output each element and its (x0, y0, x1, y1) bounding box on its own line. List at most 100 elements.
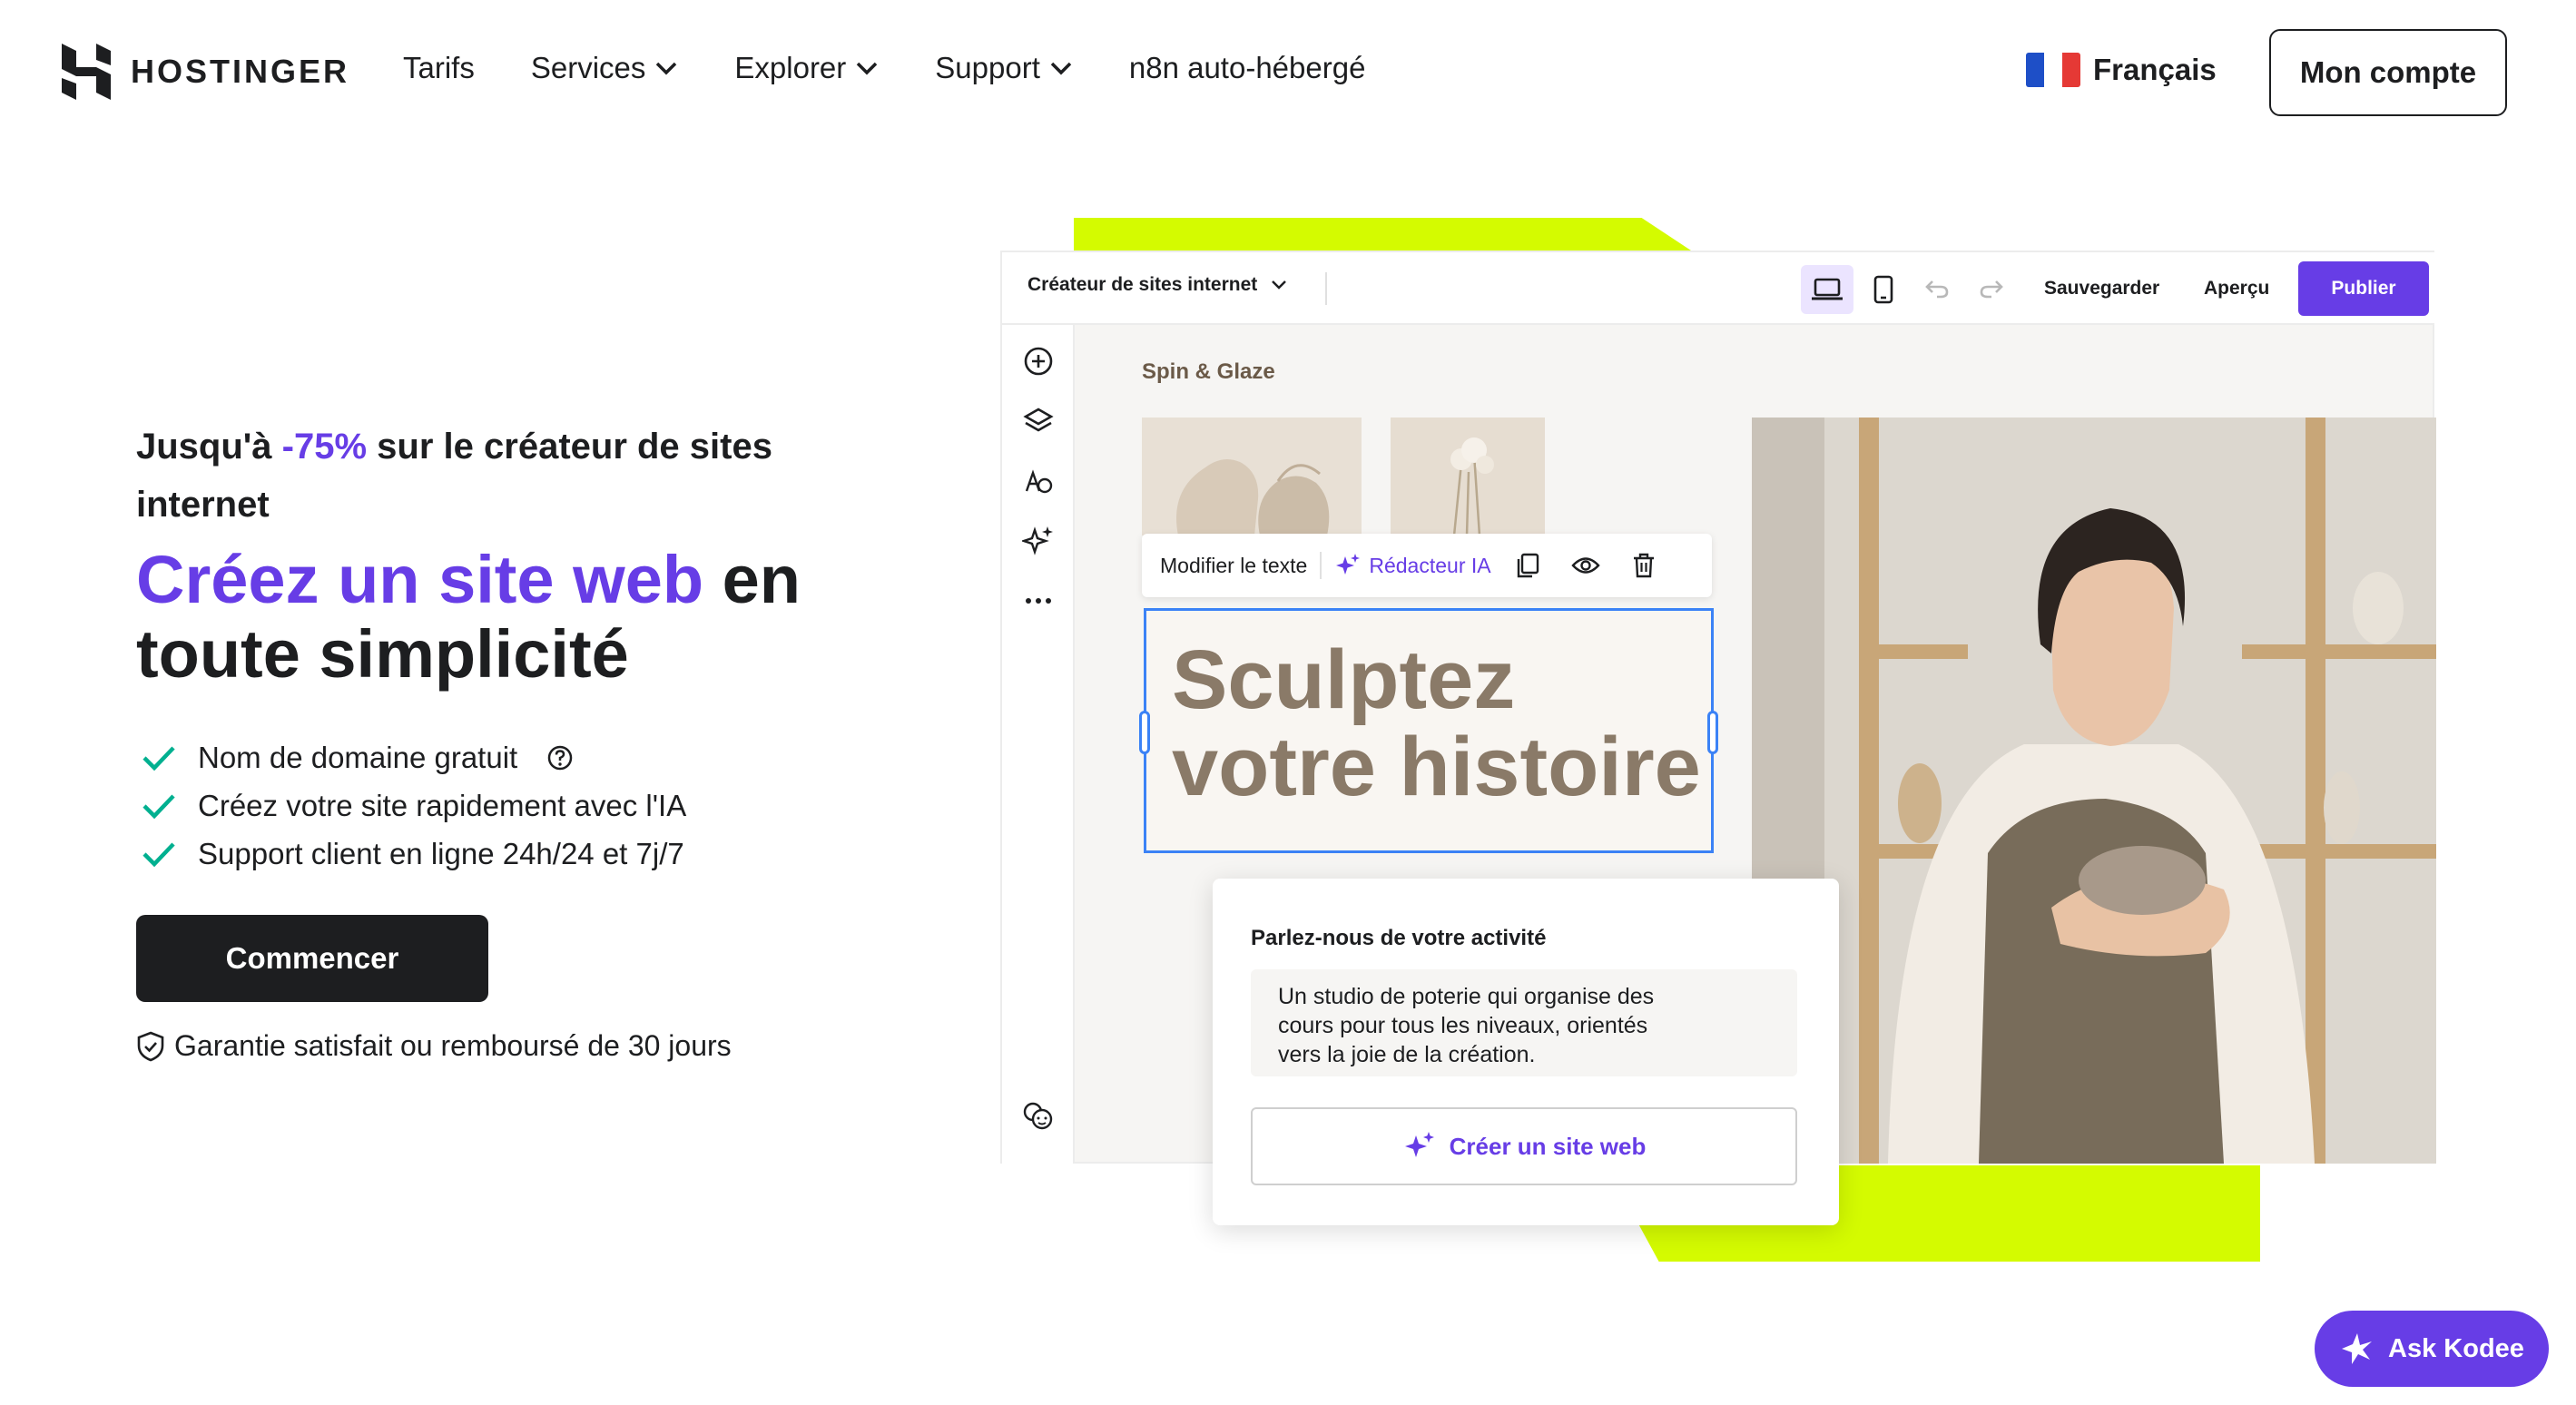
delete-button[interactable] (1629, 551, 1658, 580)
undo-icon (1925, 280, 1949, 299)
ai-tools-button[interactable] (1020, 523, 1057, 559)
help-icon[interactable] (546, 744, 574, 771)
text-edit-toolbar: Modifier le texte Rédacteur IA (1142, 534, 1712, 597)
logo[interactable]: HOSTINGER (62, 44, 349, 100)
palette-icon (1025, 469, 1053, 494)
nav-explorer[interactable]: Explorer (734, 51, 879, 85)
nav-n8n[interactable]: n8n auto-hébergé (1129, 51, 1366, 85)
nav-services[interactable]: Services (531, 51, 679, 85)
nav-tarifs[interactable]: Tarifs (403, 51, 475, 85)
builder-toolbar: Créateur de sites internet Sauvegarder A… (1002, 252, 2434, 325)
feature-label: Nom de domaine gratuit (198, 740, 518, 774)
page-title: Créez un site web en toute simplicité (136, 543, 917, 692)
desktop-view-button[interactable] (1801, 265, 1853, 314)
create-website-button[interactable]: Créer un site web (1251, 1107, 1797, 1185)
more-horizontal-icon (1026, 598, 1051, 604)
nav-label: Support (935, 51, 1040, 84)
layers-icon (1023, 408, 1054, 432)
laptop-icon (1812, 278, 1843, 300)
nav-support[interactable]: Support (935, 51, 1073, 85)
start-button[interactable]: Commencer (136, 915, 488, 1002)
decor-stripe-top (1074, 218, 1691, 251)
edit-text-button[interactable]: Modifier le texte (1160, 554, 1307, 578)
undo-button[interactable] (1919, 270, 1955, 307)
feature-label: Créez votre site rapidement avec l'IA (198, 788, 687, 822)
trash-icon (1633, 553, 1654, 578)
redo-button[interactable] (1973, 270, 2010, 307)
site-selector-label: Créateur de sites internet (1027, 274, 1258, 295)
kodee-star-icon (2342, 1333, 2373, 1364)
ai-writer-button[interactable]: Rédacteur IA (1334, 552, 1491, 579)
site-heading: Sculptez votre histoire (1172, 636, 1701, 811)
potter-illustration (1752, 418, 2436, 1164)
guarantee: Garantie satisfait ou remboursé de 30 jo… (136, 1029, 732, 1063)
feature-list: Nom de domaine gratuit Créez votre site … (142, 733, 686, 878)
mobile-icon (1873, 275, 1893, 304)
duplicate-button[interactable] (1513, 551, 1542, 580)
chevron-down-icon (656, 62, 677, 75)
chevron-down-icon (1272, 280, 1287, 290)
resize-handle-right[interactable] (1707, 711, 1718, 754)
main-nav: Tarifs Services Explorer Support n8n aut… (403, 51, 1421, 85)
promo-text: Jusqu'à -75% sur le créateur de sites in… (136, 418, 862, 534)
sparkles-icon (1404, 1132, 1434, 1157)
logo-text: HOSTINGER (131, 53, 350, 90)
language-label: Français (2093, 53, 2217, 86)
chevron-down-icon (857, 62, 878, 75)
list-item: Créez votre site rapidement avec l'IA (142, 781, 686, 830)
nav-label: Services (530, 51, 646, 84)
nav-label: Explorer (734, 51, 847, 84)
add-element-button[interactable] (1020, 343, 1057, 379)
visibility-button[interactable] (1570, 551, 1600, 580)
chevron-down-icon (1050, 62, 1072, 75)
redo-icon (1980, 280, 2003, 299)
feature-label: Support client en ligne 24h/24 et 7j/7 (198, 836, 684, 870)
styles-button[interactable] (1020, 463, 1057, 499)
ask-kodee-button[interactable]: Ask Kodee (2315, 1311, 2549, 1387)
ask-kodee-label: Ask Kodee (2388, 1333, 2524, 1363)
divider (1325, 272, 1327, 305)
guarantee-text: Garantie satisfait ou remboursé de 30 jo… (174, 1029, 732, 1062)
builder-sidebar (1002, 325, 1075, 1164)
list-item: Nom de domaine gratuit (142, 733, 686, 781)
language-selector[interactable]: Français (2026, 53, 2217, 87)
heading-line: votre histoire (1172, 721, 1701, 813)
account-button[interactable]: Mon compte (2269, 29, 2507, 116)
publish-button[interactable]: Publier (2298, 261, 2429, 316)
preview-button[interactable]: Aperçu (2204, 278, 2269, 300)
nav-label: n8n auto-hébergé (1128, 51, 1366, 84)
chat-bubbles-icon (1023, 1102, 1053, 1130)
promo-percent: -75% (281, 427, 368, 467)
check-icon (143, 745, 175, 771)
heading-line: Sculptez (1172, 634, 1516, 726)
copy-icon (1517, 553, 1539, 578)
pottery-image (1142, 418, 1362, 535)
sparkles-icon (1336, 554, 1361, 575)
shield-check-icon (137, 1031, 164, 1061)
business-description-input[interactable]: Un studio de poterie qui organise des co… (1251, 969, 1797, 1076)
selected-heading-block[interactable]: Sculptez votre histoire (1139, 608, 1718, 853)
nav-label: Tarifs (403, 51, 475, 84)
header: HOSTINGER Tarifs Services Explorer Suppo… (0, 0, 2576, 145)
plus-circle-icon (1024, 347, 1053, 376)
check-icon (143, 793, 175, 819)
more-button[interactable] (1020, 583, 1057, 619)
mobile-view-button[interactable] (1857, 265, 1910, 314)
layers-button[interactable] (1020, 403, 1057, 439)
dried-flowers-image (1391, 418, 1545, 535)
help-chat-button[interactable] (1020, 1098, 1057, 1135)
promo-pre: Jusqu'à (136, 427, 282, 467)
ai-writer-label: Rédacteur IA (1369, 553, 1491, 577)
save-button[interactable]: Sauvegarder (2044, 278, 2159, 300)
ai-panel-title: Parlez-nous de votre activité (1251, 926, 1547, 950)
sparkles-icon (1022, 526, 1053, 555)
builder-site-selector[interactable]: Créateur de sites internet (1027, 274, 1288, 296)
list-item: Support client en ligne 24h/24 et 7j/7 (142, 830, 686, 878)
site-brand-name: Spin & Glaze (1142, 359, 1275, 384)
vases-illustration (1142, 418, 1362, 535)
eye-icon (1570, 557, 1600, 574)
potter-photo (1752, 418, 2436, 1164)
resize-handle-left[interactable] (1139, 711, 1150, 754)
divider (1320, 552, 1322, 579)
create-website-label: Créer un site web (1449, 1132, 1647, 1160)
